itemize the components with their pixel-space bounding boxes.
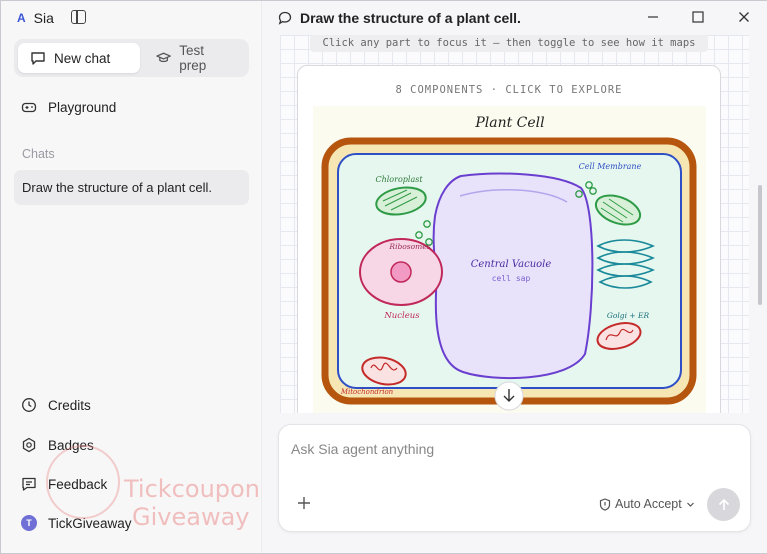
close-icon[interactable] [736,9,752,25]
shield-icon [599,497,611,511]
chloroplast-label: Chloroplast [375,175,423,184]
sidebar-item-credits[interactable]: Credits [21,397,91,413]
sidebar-toggle-icon[interactable] [71,10,86,24]
hint-text: Click any part to focus it — then toggle… [310,35,708,52]
user-name: TickGiveaway [48,515,132,531]
send-button[interactable] [707,488,740,521]
plus-icon [298,497,310,509]
chat-item[interactable]: Draw the structure of a plant cell. [14,170,249,205]
page-title: Draw the structure of a plant cell. [278,10,521,26]
sidebar-item-badges[interactable]: Badges [21,437,94,453]
title-bar: Draw the structure of a plant cell. [262,1,767,35]
sidebar: A Sia New chat Test prep Playground Chat… [1,1,262,553]
test-prep-label: Test prep [179,43,207,73]
app-logo: A [17,11,26,25]
chevron-down-icon [686,502,694,507]
canvas-area[interactable]: Click any part to focus it — then toggle… [280,35,749,413]
test-prep-button[interactable]: Test prep [144,43,244,73]
gamepad-icon [21,99,37,115]
badges-label: Badges [48,437,94,453]
mitochondrion-label: Mitochondrion [340,388,394,396]
new-chat-label: New chat [54,50,111,66]
ribosomes-label: Ribosomes [388,242,430,251]
chats-section-label: Chats [22,147,55,161]
diagram-title: Plant Cell [474,115,544,131]
sidebar-item-feedback[interactable]: Feedback [21,476,107,492]
playground-label: Playground [48,99,117,115]
graduation-cap-icon [156,52,171,63]
chat-bubble-icon [278,11,292,25]
feedback-icon [21,476,37,492]
cell-sap-label: cell sap [492,274,531,283]
minimize-icon[interactable] [645,9,661,25]
arrow-up-icon [718,498,729,510]
credits-icon [21,397,37,413]
maximize-icon[interactable] [690,9,706,25]
message-input[interactable] [291,439,731,459]
scrollbar-thumb[interactable] [758,185,762,305]
feedback-label: Feedback [48,476,108,492]
credits-label: Credits [48,397,91,413]
golgi-er-label: Golgi + ER [607,311,650,320]
auto-accept-dropdown[interactable]: Auto Accept [599,497,695,511]
mode-switch: New chat Test prep [14,39,249,77]
nucleus-label: Nucleus [383,311,420,321]
new-chat-button[interactable]: New chat [18,43,140,73]
sidebar-item-user[interactable]: T TickGiveaway [21,515,132,531]
badge-icon [21,437,37,453]
brand[interactable]: A Sia [17,9,54,27]
components-count-label: 8 COMPONENTS · CLICK TO EXPLORE [395,84,623,96]
main-panel: Draw the structure of a plant cell. Clic… [262,1,767,553]
avatar: T [21,515,37,531]
auto-accept-label: Auto Accept [615,497,682,511]
nucleolus [390,261,412,283]
sidebar-item-playground[interactable]: Playground [21,99,116,115]
chat-bubble-icon [31,52,45,65]
central-vacuole-label: Central Vacuole [471,259,552,270]
composer: Auto Accept [278,424,751,532]
diagram-card: 8 COMPONENTS · CLICK TO EXPLORE Plant Ce… [297,65,721,413]
app-name: Sia [33,10,54,26]
plant-cell-diagram: Plant Cell Central Vacuole cell sap Nucl… [313,106,706,413]
page-title-text: Draw the structure of a plant cell. [300,10,521,26]
cell-membrane-label: Cell Membrane [579,162,642,171]
app-window: A Sia New chat Test prep Playground Chat… [0,0,767,554]
add-attachment-button[interactable] [297,494,311,514]
